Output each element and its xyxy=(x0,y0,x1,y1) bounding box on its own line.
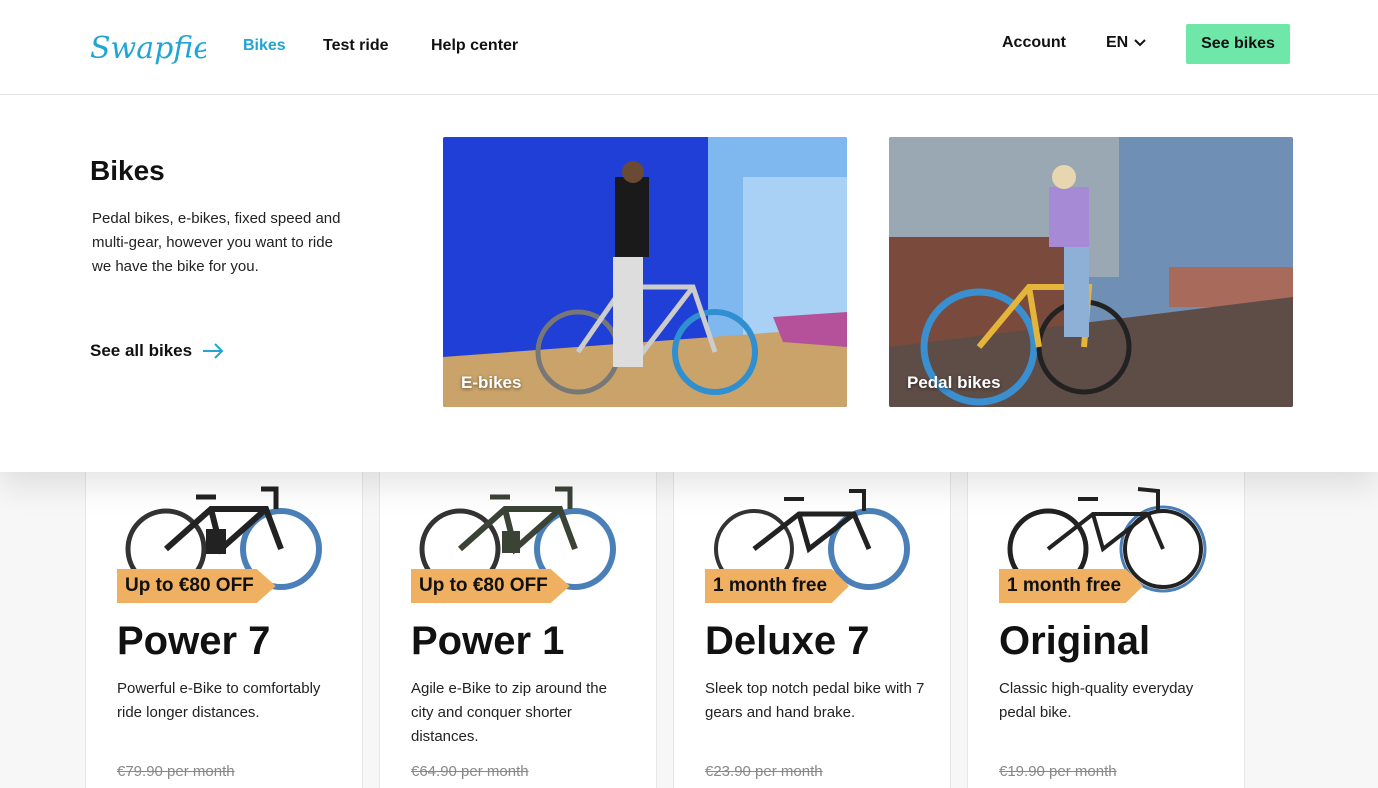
old-price: €64.90 per month xyxy=(411,763,529,780)
site-header: Swapfiets Bikes Test ride Help center Ac… xyxy=(0,0,1378,95)
product-card-deluxe-7[interactable]: 1 month free Deluxe 7 Sleek top notch pe… xyxy=(673,440,951,788)
old-price: €19.90 per month xyxy=(999,763,1117,780)
tile-label: Pedal bikes xyxy=(907,373,1001,392)
see-all-bikes-label: See all bikes xyxy=(90,341,193,360)
see-bikes-button[interactable]: See bikes xyxy=(1186,24,1290,64)
tile-pedal-bikes[interactable]: Pedal bikes xyxy=(889,137,1293,407)
product-description: Agile e-Bike to zip around the city and … xyxy=(411,680,607,745)
promo-badge: 1 month free xyxy=(705,569,850,603)
product-name: Power 1 xyxy=(411,619,565,663)
product-description: Sleek top notch pedal bike with 7 gears … xyxy=(705,680,925,721)
tile-e-bikes[interactable]: E-bikes xyxy=(443,137,847,407)
pedal-bikes-photo xyxy=(889,137,1293,407)
promo-badge: Up to €80 OFF xyxy=(117,569,276,603)
chevron-down-icon xyxy=(1134,39,1146,47)
mega-menu-title: Bikes xyxy=(90,155,165,186)
language-label: EN xyxy=(1106,34,1129,51)
arrow-right-icon xyxy=(203,343,224,359)
product-name: Deluxe 7 xyxy=(705,619,870,663)
product-card-power-1[interactable]: Up to €80 OFF Power 1 Agile e-Bike to zi… xyxy=(379,440,657,788)
promo-badge: Up to €80 OFF xyxy=(411,569,570,603)
mega-menu-description: Pedal bikes, e-bikes, fixed speed and mu… xyxy=(92,210,341,275)
account-link[interactable]: Account xyxy=(1002,34,1066,52)
see-all-bikes-link[interactable]: See all bikes xyxy=(90,341,224,361)
nav-test-ride[interactable]: Test ride xyxy=(323,37,389,55)
tile-label: E-bikes xyxy=(461,373,522,392)
old-price: €79.90 per month xyxy=(117,763,235,780)
product-description: Powerful e-Bike to comfortably ride long… xyxy=(117,680,321,721)
product-name: Power 7 xyxy=(117,619,271,663)
product-description: Classic high-quality everyday pedal bike… xyxy=(999,680,1194,721)
swapfiets-logo[interactable]: Swapfiets xyxy=(90,20,206,72)
nav-bikes[interactable]: Bikes xyxy=(243,37,286,55)
promo-badge: 1 month free xyxy=(999,569,1144,603)
language-selector[interactable]: EN xyxy=(1106,34,1146,52)
svg-text:Swapfiets: Swapfiets xyxy=(90,31,206,66)
product-name: Original xyxy=(999,619,1151,663)
product-card-original[interactable]: 1 month free Original Classic high-quali… xyxy=(967,440,1245,788)
nav-help-center[interactable]: Help center xyxy=(431,37,518,55)
bikes-mega-menu: Bikes Pedal bikes, e-bikes, fixed speed … xyxy=(0,95,1378,472)
e-bikes-photo xyxy=(443,137,847,407)
product-card-power-7[interactable]: Up to €80 OFF Power 7 Powerful e-Bike to… xyxy=(85,440,363,788)
old-price: €23.90 per month xyxy=(705,763,823,780)
